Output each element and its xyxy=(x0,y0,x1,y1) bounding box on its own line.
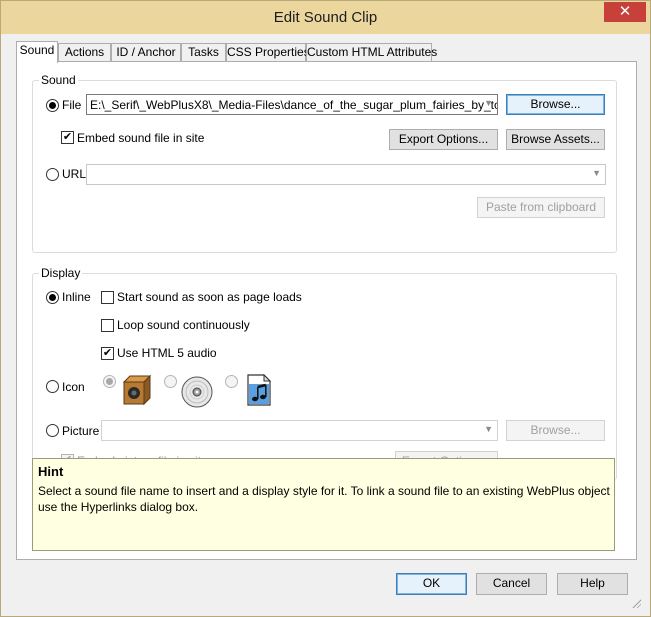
browse-file-button[interactable]: Browse... xyxy=(506,94,605,115)
dialog-client: Sound Actions ID / Anchor Tasks CSS Prop… xyxy=(8,34,643,610)
tab-label: Actions xyxy=(64,45,105,59)
tab-id-anchor[interactable]: ID / Anchor xyxy=(111,43,181,62)
resize-grip-icon[interactable] xyxy=(631,598,641,608)
url-radio[interactable] xyxy=(46,168,59,181)
picture-combo[interactable]: ▼ xyxy=(101,420,498,441)
tab-label: Tasks xyxy=(188,45,219,59)
start-on-load-label: Start sound as soon as page loads xyxy=(117,290,302,304)
chevron-down-icon[interactable]: ▼ xyxy=(484,98,493,108)
tab-label: CSS Properties xyxy=(227,45,310,59)
title-bar[interactable]: Edit Sound Clip ✕ xyxy=(1,1,650,34)
inline-radio[interactable] xyxy=(46,291,59,304)
hint-title: Hint xyxy=(38,464,64,479)
tab-css-properties[interactable]: CSS Properties xyxy=(226,43,310,62)
dialog-window: Edit Sound Clip ✕ Sound Actions ID / Anc… xyxy=(0,0,651,617)
browse-assets-label: Browse Assets... xyxy=(511,132,600,146)
speaker-box-icon[interactable] xyxy=(120,374,154,406)
tab-sound[interactable]: Sound xyxy=(16,41,58,63)
embed-sound-label: Embed sound file in site xyxy=(77,131,205,145)
file-label: File xyxy=(62,98,82,112)
export-options-button[interactable]: Export Options... xyxy=(389,129,498,150)
tab-actions[interactable]: Actions xyxy=(58,43,111,62)
music-doc-icon-radio[interactable] xyxy=(225,375,238,388)
help-label: Help xyxy=(580,576,605,590)
cd-disc-icon[interactable] xyxy=(181,376,213,408)
file-radio[interactable] xyxy=(46,99,59,112)
ok-label: OK xyxy=(422,576,441,590)
hint-body: Select a sound file name to insert and a… xyxy=(38,484,610,514)
start-on-load-checkbox[interactable] xyxy=(101,291,114,304)
loop-label: Loop sound continuously xyxy=(117,318,250,332)
file-path-combo[interactable]: E:\_Serif\_WebPlusX8\_Media-Files\dance_… xyxy=(86,94,498,115)
embed-sound-checkbox[interactable]: ✔ xyxy=(61,131,74,144)
inline-label: Inline xyxy=(62,290,91,304)
help-button[interactable]: Help xyxy=(557,573,628,595)
picture-radio[interactable] xyxy=(46,424,59,437)
sound-tab-panel: Sound File E:\_Serif\_WebPlusX8\_Media-F… xyxy=(16,61,637,560)
loop-checkbox[interactable] xyxy=(101,319,114,332)
cd-icon-radio[interactable] xyxy=(164,375,177,388)
icon-label: Icon xyxy=(62,380,85,394)
browse-assets-button[interactable]: Browse Assets... xyxy=(506,129,605,150)
browse-label: Browse... xyxy=(530,97,581,111)
paste-from-clipboard-label: Paste from clipboard xyxy=(485,200,597,214)
music-note-document-icon[interactable] xyxy=(246,374,272,406)
tab-label: Sound xyxy=(19,43,55,57)
browse-picture-button[interactable]: Browse... xyxy=(506,420,605,441)
cancel-button[interactable]: Cancel xyxy=(476,573,547,595)
display-group-label: Display xyxy=(39,266,83,280)
window-title: Edit Sound Clip xyxy=(273,9,378,26)
tab-label: ID / Anchor xyxy=(116,45,176,59)
sound-group-label: Sound xyxy=(39,73,78,87)
ok-button[interactable]: OK xyxy=(396,573,467,595)
chevron-down-icon[interactable]: ▼ xyxy=(592,168,601,178)
icon-radio[interactable] xyxy=(46,380,59,393)
hint-box: Hint Select a sound file name to insert … xyxy=(32,458,615,551)
html5-audio-checkbox[interactable]: ✔ xyxy=(101,347,114,360)
chevron-down-icon[interactable]: ▼ xyxy=(484,424,493,434)
url-label: URL xyxy=(62,167,87,181)
speaker-icon-radio[interactable] xyxy=(103,375,116,388)
cancel-label: Cancel xyxy=(492,576,531,590)
tab-tasks[interactable]: Tasks xyxy=(181,43,226,62)
tab-label: Custom HTML Attributes xyxy=(307,45,438,59)
sound-group: Sound File E:\_Serif\_WebPlusX8\_Media-F… xyxy=(32,73,617,253)
paste-from-clipboard-button[interactable]: Paste from clipboard xyxy=(477,197,605,218)
display-group: Display Inline Start sound as soon as pa… xyxy=(32,266,617,480)
picture-label: Picture xyxy=(62,424,100,438)
html5-audio-label: Use HTML 5 audio xyxy=(117,346,217,360)
export-options-label: Export Options... xyxy=(398,132,489,146)
close-button[interactable]: ✕ xyxy=(604,2,646,22)
file-path-value: E:\_Serif\_WebPlusX8\_Media-Files\dance_… xyxy=(90,98,498,112)
browse-picture-label: Browse... xyxy=(530,423,581,437)
tab-custom-html-attributes[interactable]: Custom HTML Attributes xyxy=(306,43,437,62)
url-combo[interactable]: ▼ xyxy=(86,164,606,185)
